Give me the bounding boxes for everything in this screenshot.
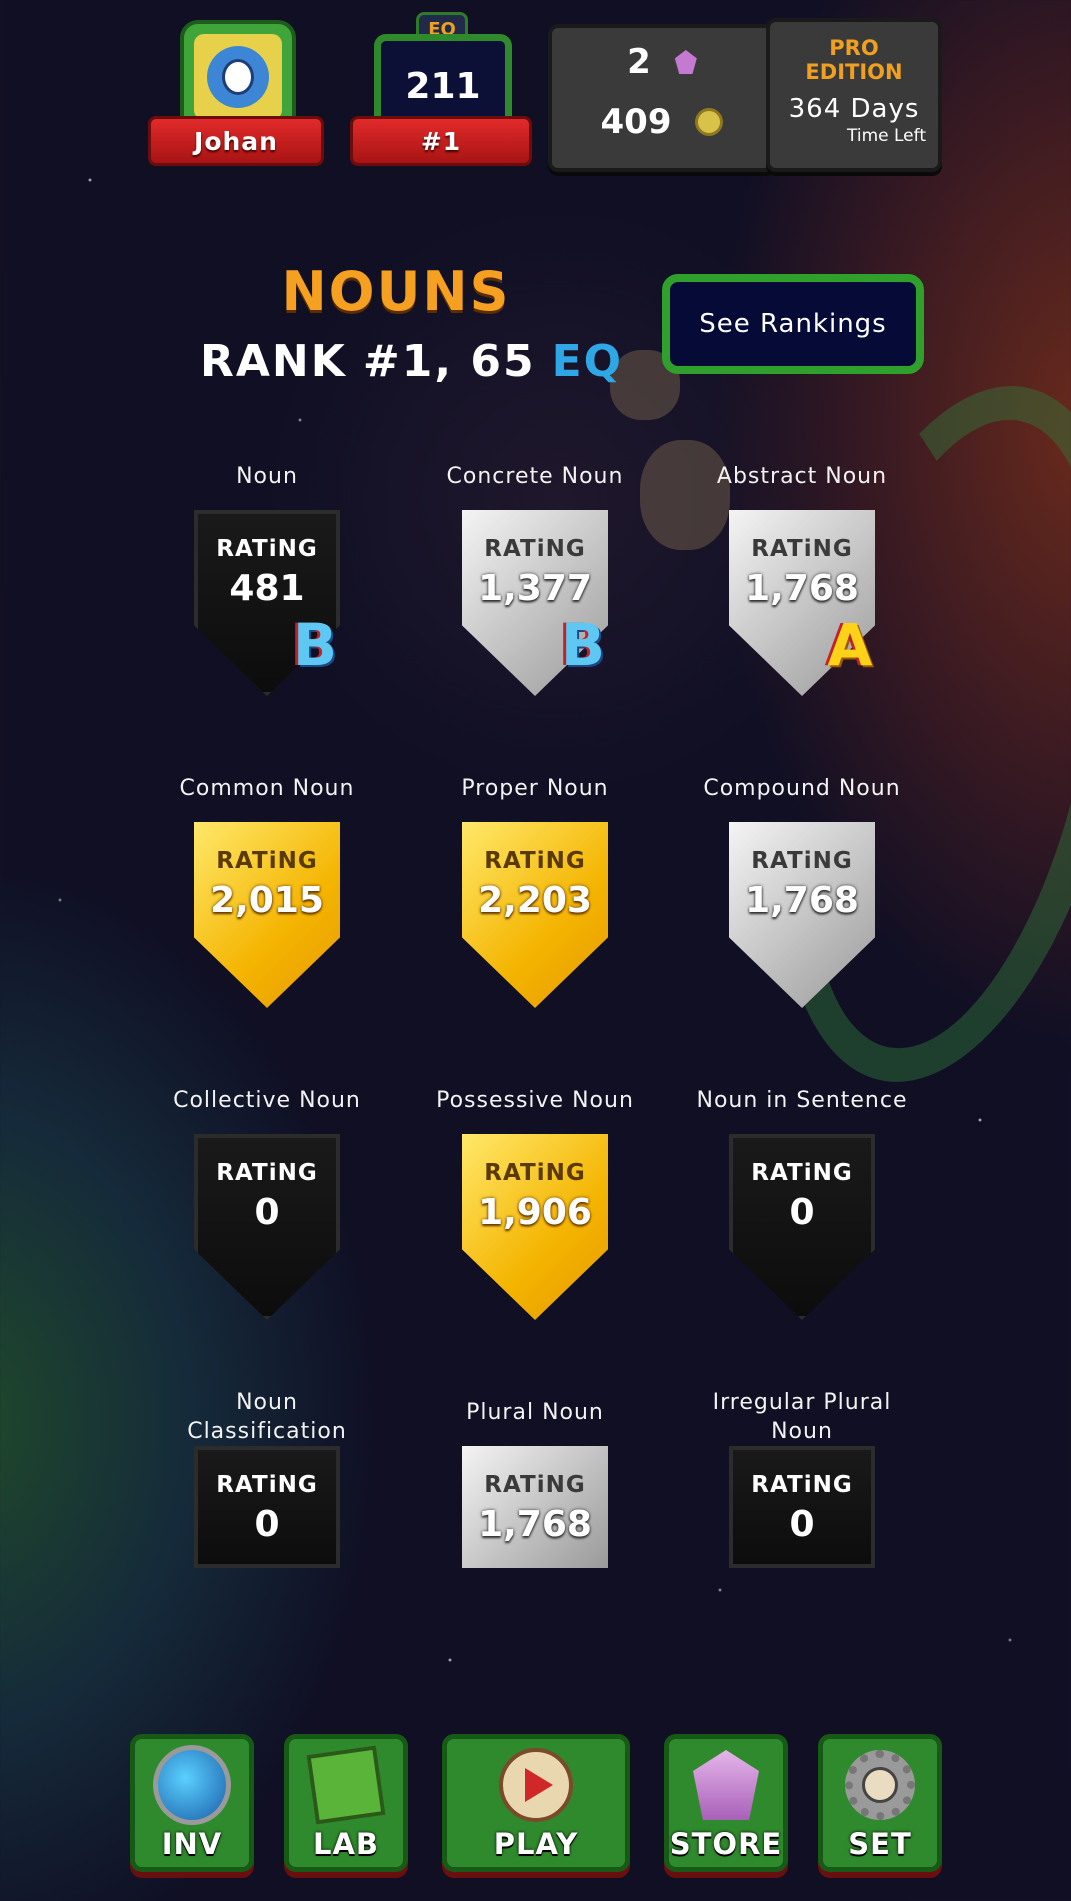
skill-label: Plural Noun [466,1400,604,1425]
rating-label: RATiNG [751,1472,853,1498]
rating-label: RATiNG [751,848,853,874]
slime-cube-icon [306,1745,386,1825]
skill-label: Proper Noun [461,776,609,801]
rating-label: RATiNG [751,536,853,562]
grade-icon: B [292,611,338,679]
rating-badge: RATiNG 0 [729,1446,875,1568]
edition-label: EDITION [805,60,903,84]
rating-value: 1,377 [478,568,592,609]
pro-edition-panel[interactable]: PRO EDITION 364 Days Time Left [766,18,942,172]
rating-value: 481 [229,568,305,609]
rating-label: RATiNG [216,536,318,562]
nav-label: SET [848,1827,912,1861]
eq-score-panel[interactable]: EQ 211 #1 [350,12,532,166]
rating-label: RATiNG [751,1160,853,1186]
nav-lab-button[interactable]: LAB [284,1734,408,1872]
pro-label: PRO [829,36,879,60]
time-left-label: Time Left [847,126,926,146]
profile-name: Johan [148,116,324,166]
nav-label: INV [161,1827,223,1861]
rating-badge: RATiNG 0 [729,1134,875,1320]
rating-value: 1,768 [478,1504,592,1545]
rating-label: RATiNG [484,536,586,562]
page-title: NOUNS [281,260,511,323]
nav-store-button[interactable]: STORE [664,1734,788,1872]
asteroid-decoration [640,440,730,550]
nav-set-button[interactable]: SET [818,1734,942,1872]
rank-summary: RANK #1, 65 EQ [200,336,640,387]
monster-avatar-icon [207,46,269,108]
gear-icon [845,1750,915,1820]
rating-label: RATiNG [216,1160,318,1186]
eq-rank: #1 [350,116,532,166]
rating-badge: RATiNG 2,015 [194,822,340,1008]
grade-icon: A [827,611,873,679]
rating-badge: RATiNG 1,768 [462,1446,608,1568]
rating-value: 0 [789,1504,815,1545]
grade-icon: B [560,611,606,679]
eq-label: EQ [551,336,624,387]
rating-value: 1,768 [745,880,859,921]
rating-badge: RATiNG 2,203 [462,822,608,1008]
skill-label: Noun [236,464,298,489]
rating-value: 0 [254,1192,280,1233]
skill-label: Irregular Plural Noun [712,1390,892,1444]
rating-value: 1,906 [478,1192,592,1233]
skill-label: Possessive Noun [436,1088,634,1113]
rank-value: #1, 65 [362,336,536,387]
see-rankings-button[interactable]: See Rankings [662,274,924,374]
currency-panel: 2 409 [548,24,776,172]
skill-label: Abstract Noun [716,464,888,489]
skill-label: Collective Noun [173,1088,361,1113]
play-icon [499,1748,573,1822]
rating-value: 0 [789,1192,815,1233]
rating-label: RATiNG [484,1160,586,1186]
skill-label: Noun in Sentence [696,1088,908,1113]
nav-inv-button[interactable]: INV [130,1734,254,1872]
rating-value: 2,203 [478,880,592,921]
gem-icon [674,50,697,74]
rating-badge: RATiNG 0 [194,1446,340,1568]
skill-label: Noun Classification [187,1390,347,1444]
helmet-icon [153,1745,231,1825]
rating-badge: RATiNG 1,906 [462,1134,608,1320]
nav-label: LAB [312,1827,380,1861]
rating-badge: RATiNG 0 [194,1134,340,1320]
coin-count: 409 [600,102,672,142]
skill-label: Common Noun [179,776,355,801]
gem-icon [693,1750,759,1820]
rank-label: RANK [200,336,347,387]
skill-label: Compound Noun [703,776,901,801]
rating-label: RATiNG [484,1472,586,1498]
nav-label: PLAY [493,1827,579,1861]
skill-label: Concrete Noun [446,464,624,489]
rating-label: RATiNG [216,1472,318,1498]
nav-label: STORE [669,1827,783,1861]
rating-value: 2,015 [210,880,324,921]
nav-play-button[interactable]: PLAY [442,1734,630,1872]
profile-avatar[interactable]: Johan [148,20,324,166]
gem-count: 2 [627,42,651,82]
rating-value: 0 [254,1504,280,1545]
rating-value: 1,768 [745,568,859,609]
coin-icon [695,108,724,136]
rating-label: RATiNG [484,848,586,874]
rating-label: RATiNG [216,848,318,874]
days-remaining: 364 Days [788,94,920,124]
